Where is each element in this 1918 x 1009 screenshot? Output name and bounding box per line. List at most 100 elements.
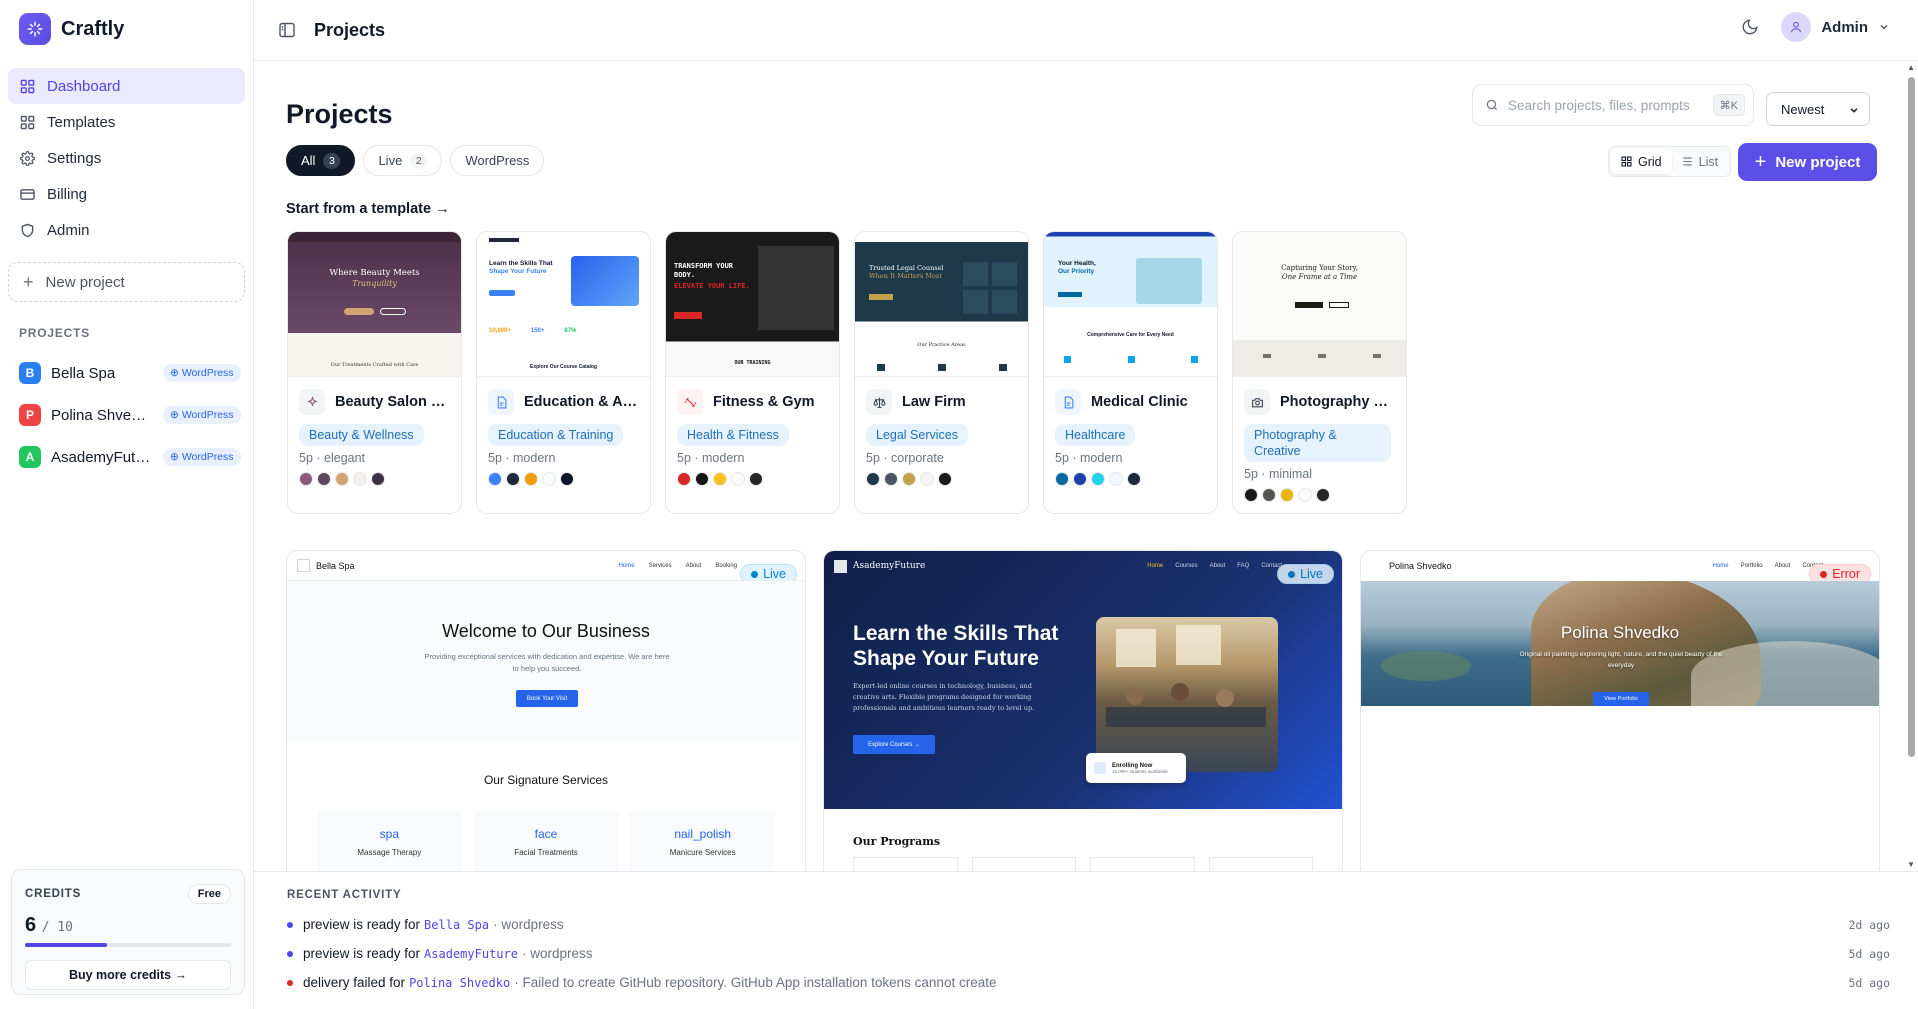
template-meta: 5p · modern bbox=[488, 451, 556, 465]
card-icon bbox=[20, 188, 35, 200]
credits-progress-fill bbox=[25, 943, 108, 947]
project-avatar: A bbox=[19, 446, 41, 468]
nav-item-dashboard[interactable]: Dashboard bbox=[8, 68, 245, 104]
thumb-headline: Learn the Skills That bbox=[489, 260, 553, 267]
color-swatch bbox=[1127, 472, 1141, 486]
activity-text: preview is ready for bbox=[303, 917, 421, 932]
color-swatch bbox=[506, 472, 520, 486]
template-name: Education & Academy bbox=[524, 394, 639, 410]
brand[interactable]: Craftly bbox=[0, 0, 253, 58]
sidebar-project-bella-spa[interactable]: B Bella Spa ⊕ WordPress bbox=[8, 352, 245, 394]
project-name: Bella Spa bbox=[51, 364, 116, 382]
color-swatch bbox=[695, 472, 709, 486]
nav-item-templates[interactable]: Templates bbox=[8, 104, 245, 140]
template-name: Photography Studio bbox=[1280, 394, 1395, 410]
enrolling-badge: Enrolling Now 10,000+ students worldwide bbox=[1086, 753, 1186, 783]
preview-service-icon: nail_polish bbox=[674, 827, 732, 841]
nav-item-admin[interactable]: Admin bbox=[8, 212, 245, 248]
activity-project-link[interactable]: Bella Spa bbox=[424, 918, 489, 932]
preview-site-name: Bella Spa bbox=[316, 560, 355, 571]
sidebar-new-project-button[interactable]: + New project bbox=[8, 262, 245, 302]
nav-item-billing[interactable]: Billing bbox=[8, 176, 245, 212]
color-swatch bbox=[1298, 488, 1312, 502]
document-icon bbox=[488, 389, 514, 415]
user-menu[interactable]: Admin bbox=[1781, 12, 1890, 42]
sidebar-toggle-icon[interactable] bbox=[278, 21, 296, 39]
project-card-bella-spa[interactable]: Bella Spa Home Services About Booking Li… bbox=[286, 550, 806, 871]
activity-time: 5d ago bbox=[1848, 946, 1890, 961]
wordpress-badge: ⊕ WordPress bbox=[163, 448, 241, 466]
new-project-button[interactable]: + New project bbox=[1738, 143, 1877, 181]
template-name: Fitness & Gym bbox=[713, 394, 815, 410]
template-card-fitness[interactable]: TRANSFORM YOUR BODY. ELEVATE YOUR LIFE. … bbox=[665, 231, 840, 514]
color-swatch bbox=[1073, 472, 1087, 486]
color-swatch bbox=[677, 472, 691, 486]
credits-used: 6 bbox=[25, 914, 37, 936]
topbar-title: Projects bbox=[314, 19, 386, 40]
preview-subtitle: Original oil paintings exploring light, … bbox=[1519, 651, 1723, 669]
project-grid: Bella Spa Home Services About Booking Li… bbox=[286, 550, 1880, 871]
thumb-accent: When It Matters Most bbox=[869, 272, 942, 280]
view-grid-button[interactable]: Grid bbox=[1611, 149, 1672, 174]
credits-total: / 10 bbox=[41, 920, 73, 935]
avatar bbox=[1781, 12, 1812, 42]
template-thumbnail: Where Beauty Meets Tranquility Our Treat… bbox=[288, 232, 461, 377]
scrollbar-thumb[interactable] bbox=[1908, 77, 1915, 757]
template-card-education[interactable]: Learn the Skills That Shape Your Future … bbox=[476, 231, 651, 514]
preview-nav-item: Portfolio bbox=[1740, 563, 1763, 569]
color-swatch bbox=[542, 472, 556, 486]
credits-label: CREDITS bbox=[25, 888, 82, 900]
preview-cta: Explore Courses → bbox=[853, 735, 935, 754]
thumb-accent: Shape Your Future bbox=[489, 268, 547, 275]
activity-item: preview is ready for Bella Spa · wordpre… bbox=[287, 910, 1890, 939]
sidebar-project-asademyfuture[interactable]: A AsademyFuture ⊕ WordPress bbox=[8, 436, 245, 478]
activity-project-link[interactable]: AsademyFuture bbox=[424, 947, 518, 961]
activity-dot bbox=[287, 921, 293, 928]
filter-all[interactable]: All 3 bbox=[286, 145, 356, 176]
preview-headline: Learn the Skills That Shape Your Future bbox=[853, 622, 1059, 670]
preview-nav-item: Home bbox=[1147, 563, 1164, 569]
thumb-headline: TRANSFORM YOUR BODY. bbox=[674, 262, 734, 279]
activity-item: delivery failed for Polina Shvedko · Fai… bbox=[287, 968, 1890, 997]
thumb-accent: ELEVATE YOUR LIFE. bbox=[674, 282, 750, 290]
project-card-polina-shvedko[interactable]: Polina Shvedko Home Portfolio About Cont… bbox=[1360, 550, 1880, 871]
status-badge: Live bbox=[1277, 564, 1334, 584]
start-from-template-link[interactable]: Start from a template → bbox=[286, 201, 450, 217]
color-swatches bbox=[299, 472, 450, 486]
chevron-down-icon bbox=[1880, 24, 1888, 30]
thumb-stat: 87% bbox=[564, 328, 577, 334]
project-card-asademyfuture[interactable]: AsademyFuture Home Courses About FAQ Con… bbox=[823, 550, 1343, 871]
activity-time: 5d ago bbox=[1848, 975, 1890, 990]
filter-wordpress[interactable]: WordPress bbox=[450, 145, 545, 176]
preview-service-icon: face bbox=[534, 827, 558, 841]
sidebar-project-polina-shvedko[interactable]: P Polina Shvedko ⊕ WordPress bbox=[8, 394, 245, 436]
status-label: Live bbox=[1300, 567, 1323, 581]
view-list-button[interactable]: List bbox=[1672, 149, 1728, 174]
template-card-law-firm[interactable]: Trusted Legal Counsel When It Matters Mo… bbox=[854, 231, 1029, 514]
scrollbar[interactable]: ▲ ▼ bbox=[1904, 61, 1918, 871]
template-category: Education & Training bbox=[488, 424, 624, 446]
template-category: Legal Services bbox=[866, 424, 968, 446]
nav-item-settings[interactable]: Settings bbox=[8, 140, 245, 176]
color-swatch bbox=[1316, 488, 1330, 502]
template-card-beauty-salon[interactable]: Where Beauty Meets Tranquility Our Treat… bbox=[287, 231, 462, 514]
template-card-medical-clinic[interactable]: Your Health, Our Priority Comprehensive … bbox=[1043, 231, 1218, 514]
user-name: Admin bbox=[1821, 18, 1868, 36]
moon-icon[interactable] bbox=[1741, 18, 1759, 36]
view-list-label: List bbox=[1698, 154, 1719, 169]
sort-select[interactable]: Newest bbox=[1766, 92, 1870, 126]
thumb-headline: Your Health, bbox=[1058, 260, 1096, 267]
activity-project-link[interactable]: Polina Shvedko bbox=[409, 976, 510, 990]
template-category: Photography & Creative bbox=[1244, 424, 1391, 462]
filter-live[interactable]: Live 2 bbox=[363, 145, 443, 176]
template-card-photography[interactable]: Capturing Your Story, One Frame at a Tim… bbox=[1232, 231, 1407, 514]
buy-credits-button[interactable]: Buy more credits → bbox=[25, 960, 231, 990]
color-swatch bbox=[1280, 488, 1294, 502]
search-input[interactable]: Search projects, files, prompts ⌘K bbox=[1472, 84, 1754, 126]
preview-nav-item: About bbox=[1774, 563, 1791, 569]
template-name: Beauty Salon & Spa bbox=[335, 394, 450, 410]
filter-label: All bbox=[301, 153, 316, 168]
filter-count: 3 bbox=[323, 152, 341, 169]
filter-label: WordPress bbox=[465, 153, 530, 168]
thumb-accent: Tranquility bbox=[352, 279, 397, 288]
